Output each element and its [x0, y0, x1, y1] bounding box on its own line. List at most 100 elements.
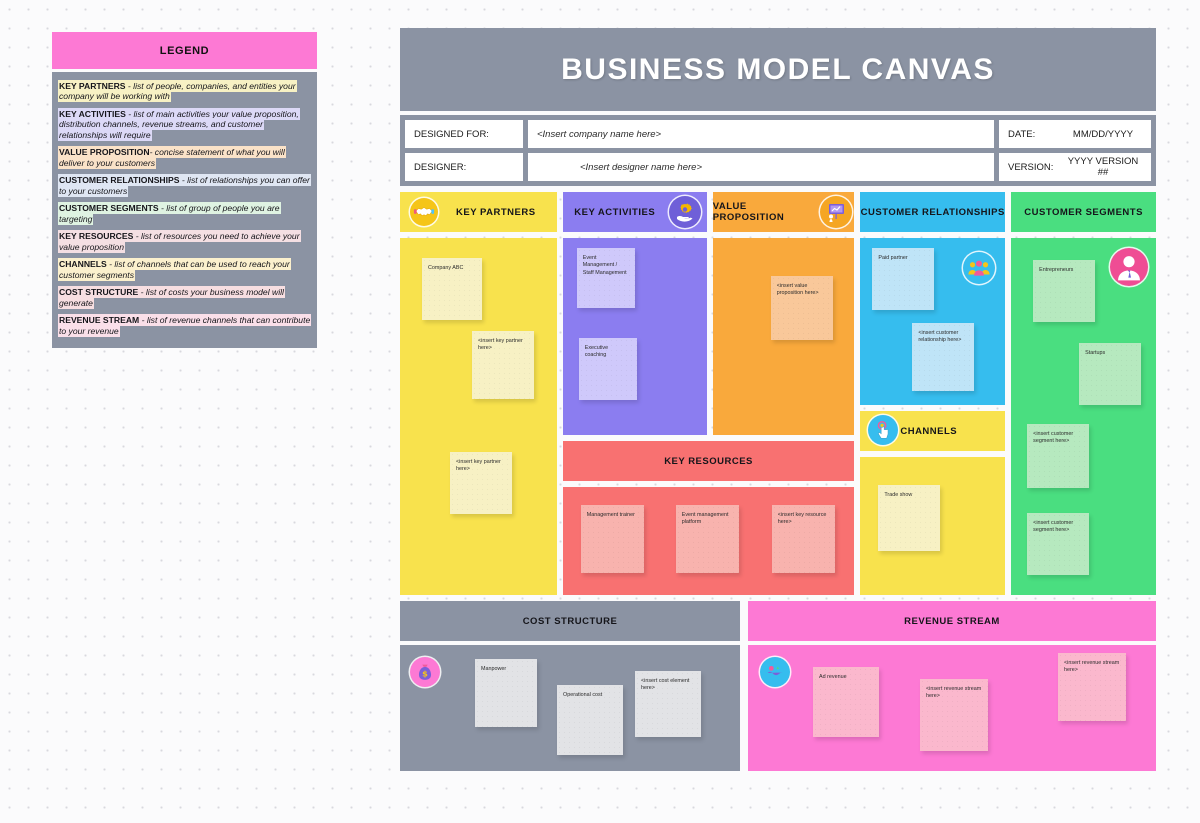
svg-text:$: $ — [422, 669, 428, 679]
legend-term: VALUE PROPOSITION — [59, 147, 150, 158]
sticky-note[interactable]: Paid partner — [872, 248, 935, 310]
sticky-note[interactable]: Startups — [1079, 343, 1142, 405]
legend-term: KEY ACTIVITIES — [59, 108, 126, 119]
sticky-note[interactable]: Company ABC — [422, 258, 482, 320]
cost-structure-pane[interactable]: $ Manpower Operational cost <insert cost… — [400, 645, 740, 771]
sticky-note[interactable]: <insert customer segment here> — [1027, 424, 1090, 488]
handshake-icon — [410, 198, 438, 226]
block-cost-structure: COST STRUCTURE $ Manpower Operational co… — [400, 601, 740, 771]
version-value[interactable]: YYYY VERSION ## — [1064, 156, 1142, 178]
canvas-grid: KEY PARTNERS Company ABC <insert key par… — [400, 192, 1156, 595]
touch-click-icon — [868, 415, 899, 445]
legend-term: CUSTOMER RELATIONSHIPS — [59, 175, 180, 186]
sticky-note[interactable]: <insert customer relationship here> — [912, 323, 975, 391]
middle-top-row: KEY ACTIVITIES Event Management / Staff … — [562, 192, 855, 435]
key-resources-pane[interactable]: Management trainer Event management plat… — [562, 487, 855, 595]
sticky-note[interactable]: <insert key resource here> — [771, 505, 835, 573]
legend-entry-customer-relationships: CUSTOMER RELATIONSHIPS - list of relatio… — [58, 174, 311, 197]
customer-segments-header[interactable]: CUSTOMER SEGMENTS — [1011, 192, 1156, 232]
legend-term: KEY PARTNERS — [59, 81, 126, 91]
canvas-middle-column: KEY ACTIVITIES Event Management / Staff … — [562, 192, 855, 595]
business-model-canvas: BUSINESS MODEL CANVAS DESIGNED FOR: <Ins… — [400, 28, 1156, 794]
sticky-note[interactable]: Trade show — [878, 485, 941, 551]
meta-row-designed-for: DESIGNED FOR: <Insert company name here>… — [405, 120, 1151, 148]
sticky-note[interactable]: Executive coaching — [578, 338, 637, 400]
key-resources-title: KEY RESOURCES — [664, 455, 753, 467]
sticky-note[interactable]: Operational cost — [557, 685, 623, 755]
date-field[interactable]: DATE: MM/DD/YYYY — [999, 120, 1151, 148]
legend-term: REVENUE STREAM — [59, 315, 140, 326]
customer-relationships-header[interactable]: CUSTOMER RELATIONSHIPS — [860, 192, 1006, 232]
people-group-icon — [963, 252, 996, 284]
designed-for-input[interactable]: <Insert company name here> — [528, 120, 994, 148]
sticky-note[interactable]: <insert revenue stream here> — [1058, 653, 1126, 721]
cost-structure-header[interactable]: COST STRUCTURE — [400, 601, 740, 641]
legend-body: KEY PARTNERS - list of people, companies… — [52, 72, 317, 349]
channels-header[interactable]: CHANNELS — [860, 411, 1006, 451]
value-proposition-header[interactable]: VALUE PROPOSITION — [712, 192, 855, 232]
sticky-note[interactable]: <insert revenue stream here> — [920, 679, 988, 751]
sticky-note[interactable]: Ad revenue — [813, 667, 879, 737]
money-bag-icon: $ — [410, 657, 440, 687]
sticky-note[interactable]: Entrepreneurs — [1033, 260, 1096, 322]
key-activities-pane[interactable]: Event Management / Staff Management Exec… — [562, 238, 707, 435]
key-activities-header[interactable]: KEY ACTIVITIES — [562, 192, 707, 232]
sticky-note[interactable]: <insert cost element here> — [635, 671, 701, 737]
legend-entry-revenue-stream: REVENUE STREAM - list of revenue channel… — [58, 314, 312, 337]
version-field[interactable]: VERSION: YYYY VERSION ## — [999, 153, 1151, 181]
key-activities-title: KEY ACTIVITIES — [574, 206, 656, 218]
date-value[interactable]: MM/DD/YYYY — [1064, 129, 1142, 140]
channels-title: CHANNELS — [900, 425, 958, 437]
legend-entry-value-proposition: VALUE PROPOSITION- concise statement of … — [58, 146, 311, 169]
legend-entry-channels: CHANNELS - list of channels that can be … — [58, 258, 311, 281]
revenue-stream-title: REVENUE STREAM — [904, 615, 1000, 627]
canvas-meta-block: DESIGNED FOR: <Insert company name here>… — [400, 115, 1156, 186]
block-revenue-stream: REVENUE STREAM Ad revenue <insert revenu… — [748, 601, 1156, 771]
presentation-chart-icon — [820, 196, 853, 228]
revenue-stream-header[interactable]: REVENUE STREAM — [748, 601, 1156, 641]
legend-entry-customer-segments: CUSTOMER SEGMENTS - list of group of peo… — [58, 202, 311, 225]
legend-entry-key-partners: KEY PARTNERS - list of people, companies… — [58, 80, 311, 103]
sticky-note[interactable]: Manpower — [475, 659, 537, 727]
block-customer-segments: CUSTOMER SEGMENTS Entrepreneurs Startups… — [1011, 192, 1156, 595]
version-label: VERSION: — [1008, 161, 1054, 173]
cost-structure-title: COST STRUCTURE — [522, 615, 618, 627]
sticky-note[interactable]: <insert key partner here> — [472, 331, 534, 399]
customer-segments-title: CUSTOMER SEGMENTS — [1024, 206, 1143, 218]
page-title: BUSINESS MODEL CANVAS — [561, 52, 995, 86]
revenue-stream-pane[interactable]: Ad revenue <insert revenue stream here> … — [748, 645, 1156, 771]
key-resources-header[interactable]: KEY RESOURCES — [562, 441, 855, 481]
key-partners-pane[interactable]: Company ABC <insert key partner here> <i… — [400, 238, 557, 595]
block-key-activities: KEY ACTIVITIES Event Management / Staff … — [562, 192, 707, 435]
block-key-resources: KEY RESOURCES Management trainer Event m… — [562, 441, 855, 595]
date-label: DATE: — [1008, 128, 1036, 140]
sticky-note[interactable]: <insert key partner here> — [450, 452, 512, 514]
sticky-note[interactable]: Event management platform — [675, 505, 739, 573]
value-proposition-pane[interactable]: <insert value proposition here> — [712, 238, 855, 435]
legend-entry-key-resources: KEY RESOURCES - list of resources you ne… — [58, 230, 311, 253]
canvas-bottom-row: COST STRUCTURE $ Manpower Operational co… — [400, 601, 1156, 771]
legend-term: COST STRUCTURE — [59, 287, 139, 298]
key-partners-header[interactable]: KEY PARTNERS — [400, 192, 557, 232]
block-value-proposition: VALUE PROPOSITION <insert value proposit… — [712, 192, 855, 435]
businessperson-avatar-icon — [1110, 248, 1148, 286]
value-proposition-title: VALUE PROPOSITION — [712, 201, 785, 223]
customer-relationships-pane[interactable]: Paid partner <insert customer relationsh… — [860, 238, 1006, 405]
legend-panel: LEGEND KEY PARTNERS - list of people, co… — [52, 32, 317, 349]
designer-input[interactable]: <Insert designer name here> — [528, 153, 994, 181]
customer-relationships-title: CUSTOMER RELATIONSHIPS — [860, 206, 1005, 218]
designed-for-label: DESIGNED FOR: — [405, 120, 523, 148]
gear-hand-icon — [668, 196, 701, 228]
sticky-note[interactable]: Event Management / Staff Management — [576, 248, 635, 308]
sticky-note[interactable]: <insert value proposition here> — [770, 276, 833, 340]
legend-entry-cost-structure: COST STRUCTURE - list of costs your busi… — [58, 286, 311, 309]
channels-pane[interactable]: Trade show — [860, 457, 1006, 595]
meta-row-designer: DESIGNER: <Insert designer name here> VE… — [405, 153, 1151, 181]
sticky-note[interactable]: <insert customer segment here> — [1027, 513, 1090, 575]
designer-label: DESIGNER: — [405, 153, 523, 181]
globe-money-icon — [760, 657, 790, 687]
key-partners-title: KEY PARTNERS — [456, 206, 536, 218]
customer-segments-pane[interactable]: Entrepreneurs Startups <insert customer … — [1011, 238, 1156, 595]
customer-relationships-column: CUSTOMER RELATIONSHIPS Paid partner <ins… — [860, 192, 1006, 595]
sticky-note[interactable]: Management trainer — [580, 505, 644, 573]
